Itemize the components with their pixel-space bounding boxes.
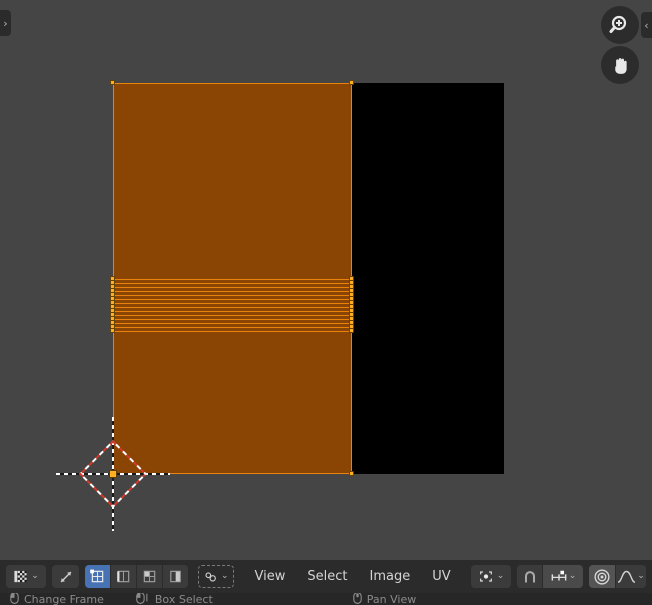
proportional-edit-icon [594, 568, 610, 585]
chevron-left-icon: ‹ [644, 18, 649, 32]
uv-sync-selection-button[interactable] [52, 565, 79, 588]
chevron-down-icon: ⌄ [568, 571, 577, 581]
status-bar: Change Frame Box Select Pan View [0, 593, 652, 605]
uv-corner-vertex[interactable] [110, 80, 115, 85]
status-item-label: Pan View [366, 593, 417, 605]
mouse-left-icon [10, 593, 19, 605]
uv-edge-loop [113, 295, 352, 296]
uv-select-mode-vertex[interactable] [85, 565, 111, 588]
pan-gizmo[interactable] [601, 46, 639, 84]
sidebar-toggle[interactable]: ‹ [641, 12, 652, 38]
snap-target-button[interactable]: ⌄ [543, 565, 583, 588]
uv-edge-loop [113, 291, 352, 292]
magnifier-plus-icon [609, 15, 627, 33]
status-item: Pan View [353, 593, 416, 605]
cursor-2d[interactable] [56, 417, 170, 531]
transform-pivot-button[interactable]: ⌄ [471, 565, 511, 588]
uv-edge-loop [113, 283, 352, 284]
menu-select[interactable]: Select [296, 567, 358, 586]
chevron-down-icon: ⌄ [637, 571, 645, 581]
uv-corner-vertex[interactable] [349, 80, 354, 85]
chevron-right-icon: › [3, 16, 8, 30]
uv-select-mode-group[interactable] [85, 565, 188, 588]
mouse-middle-icon [353, 593, 362, 605]
uv-select-mode-face[interactable] [137, 565, 163, 588]
uv-edge-loop [113, 327, 352, 328]
proportional-edit-group[interactable]: ⌄ [589, 565, 646, 588]
smooth-falloff-icon [618, 570, 636, 583]
mouse-left-drag-icon [136, 593, 150, 605]
status-item-label: Change Frame [24, 593, 104, 605]
hand-icon [614, 57, 627, 74]
uv-face-select-icon [143, 570, 156, 583]
editor-type-selector[interactable]: ⌄ [6, 565, 46, 588]
uv-edge-loop [113, 323, 352, 324]
proportional-falloff-button[interactable]: ⌄ [616, 565, 646, 588]
uv-edge-loop [113, 311, 352, 312]
uv-edge-loop [113, 319, 352, 320]
header-menu-bar[interactable]: View Select Image UV [244, 567, 462, 586]
menu-image[interactable]: Image [359, 567, 422, 586]
uv-vertex[interactable] [110, 328, 115, 333]
zoom-gizmo[interactable] [601, 6, 639, 44]
uv-edge-loop [113, 303, 352, 304]
magnet-icon [524, 570, 535, 583]
uv-editor-icon [14, 570, 27, 583]
uv-canvas[interactable] [0, 0, 652, 560]
uv-edge-loop [113, 287, 352, 288]
uv-edge-select-icon [117, 570, 130, 583]
chevron-down-icon: ⌄ [31, 571, 39, 581]
chevron-down-icon: ⌄ [496, 571, 505, 581]
chevron-down-icon: ⌄ [221, 571, 229, 581]
uv-edge-loop [113, 279, 352, 280]
pivot-point-icon [479, 571, 492, 582]
blender-uv-editor-window: › ‹ ⌄ ⌄ View Select Image UV ⌄ ⌄ ⌄ Chang… [0, 0, 652, 605]
sticky-select-icon [205, 571, 216, 582]
uv-island-select-icon [170, 570, 181, 583]
status-item: Box Select [136, 593, 213, 605]
status-item-label: Box Select [154, 593, 213, 605]
snap-group[interactable]: ⌄ [517, 565, 583, 588]
uv-edge-loop [113, 299, 352, 300]
snap-increment-icon [551, 570, 567, 581]
uv-edge-loop [113, 331, 352, 332]
uv-vertex-select-icon [90, 569, 104, 583]
uv-edge-loop [113, 315, 352, 316]
sticky-selection-mode-button[interactable]: ⌄ [198, 565, 234, 588]
cursor-center-vertex [109, 470, 117, 478]
proportional-edit-toggle[interactable] [589, 565, 616, 588]
toolbar-toggle[interactable]: › [0, 10, 11, 36]
uv-select-mode-island[interactable] [163, 565, 188, 588]
snap-magnet-toggle[interactable] [517, 565, 543, 588]
uv-corner-vertex[interactable] [349, 471, 354, 476]
menu-view[interactable]: View [244, 567, 297, 586]
uv-select-mode-edge[interactable] [111, 565, 137, 588]
uv-editor-header: ⌄ ⌄ View Select Image UV ⌄ ⌄ ⌄ [0, 560, 652, 593]
uv-edge-loop [113, 307, 352, 308]
menu-uv[interactable]: UV [421, 567, 461, 586]
uv-sync-icon [60, 571, 71, 582]
status-item: Change Frame [10, 593, 104, 605]
uv-vertex[interactable] [349, 328, 354, 333]
